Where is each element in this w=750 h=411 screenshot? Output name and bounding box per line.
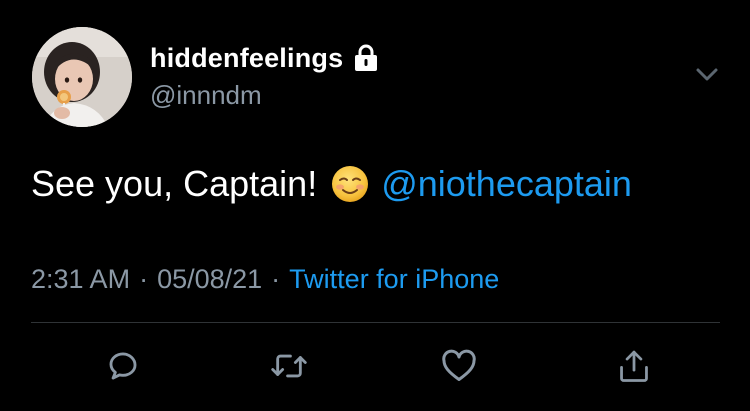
divider [31, 322, 720, 323]
avatar-photo [32, 27, 132, 127]
display-name-row: hiddenfeelings [150, 40, 379, 76]
tweet-time: 2:31 AM [31, 264, 131, 294]
share-button[interactable] [614, 346, 654, 386]
like-button[interactable] [439, 346, 479, 386]
display-name[interactable]: hiddenfeelings [150, 43, 343, 74]
avatar[interactable] [32, 27, 132, 127]
share-icon [620, 350, 648, 382]
tweet-text: See you, Captain! @niothecaptain [31, 163, 632, 205]
more-options-chevron-icon[interactable] [690, 62, 724, 88]
retweet-icon [271, 354, 307, 378]
user-handle[interactable]: @innndm [150, 80, 262, 111]
separator: · [271, 264, 281, 294]
reply-icon [109, 352, 137, 380]
tweet-meta: 2:31 AM · 05/08/21 · Twitter for iPhone [31, 264, 499, 295]
lock-icon [353, 44, 379, 72]
heart-icon [442, 349, 476, 381]
tweet-date: 05/08/21 [157, 264, 263, 294]
smiling-face-emoji-icon [331, 165, 369, 203]
mention-link[interactable]: @niothecaptain [381, 163, 632, 205]
retweet-button[interactable] [269, 346, 309, 386]
tweet-source-link[interactable]: Twitter for iPhone [289, 264, 499, 294]
separator: · [139, 264, 149, 294]
reply-button[interactable] [103, 346, 143, 386]
tweet-text-body: See you, Captain! [31, 163, 318, 204]
